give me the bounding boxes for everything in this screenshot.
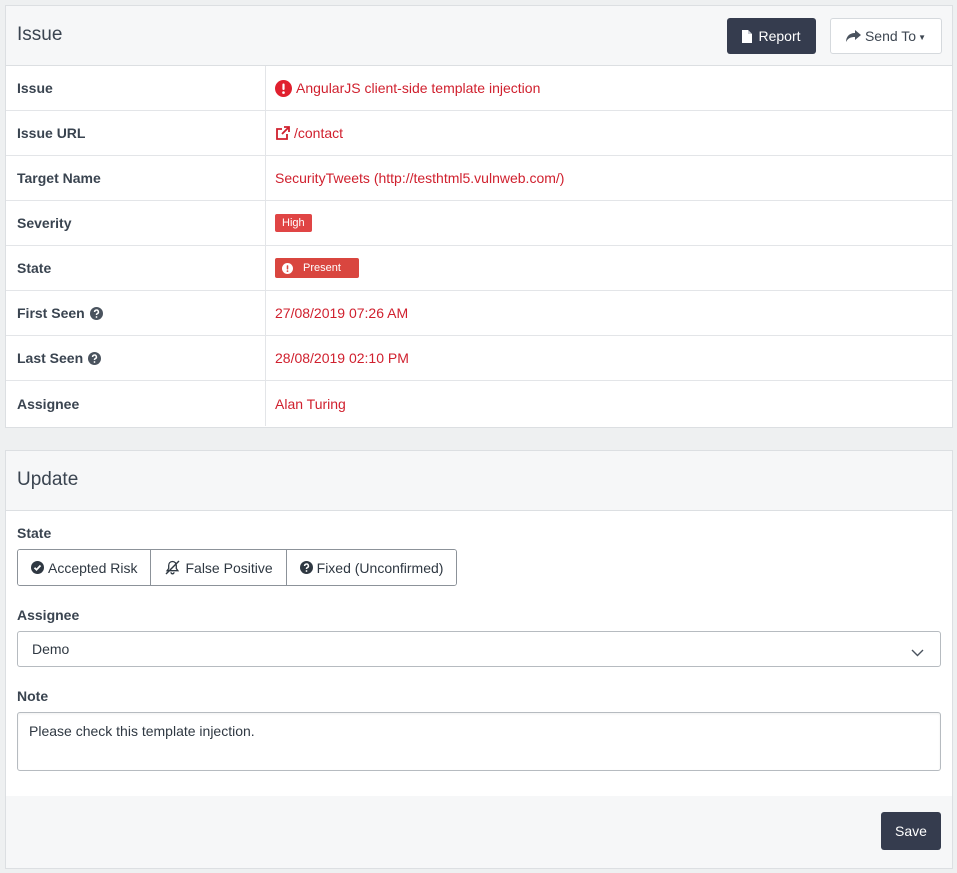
table-row: State Present (6, 246, 952, 291)
issue-url-link[interactable]: /contact (294, 125, 343, 141)
issue-details-table: Issue AngularJS client-side template inj… (6, 66, 952, 426)
false-positive-label: False Positive (185, 559, 273, 576)
row-value: Present (275, 258, 359, 278)
issue-panel: Issue Report Send To ▼ Issue AngularJS c… (5, 5, 953, 428)
last-seen-value: 28/08/2019 02:10 PM (275, 350, 409, 366)
note-field-label: Note (17, 688, 49, 704)
severity-badge: High (275, 214, 312, 232)
exclamation-circle-icon (275, 79, 292, 97)
state-badge: Present (275, 258, 359, 278)
row-label: Target Name (17, 170, 101, 186)
table-row: First Seen 27/08/2019 07:26 AM (6, 291, 952, 336)
bell-slash-icon (164, 560, 181, 575)
assignee-select[interactable]: Demo (17, 631, 941, 667)
accepted-risk-button[interactable]: Accepted Risk (18, 550, 151, 585)
assignee-value: Alan Turing (275, 395, 346, 412)
last-seen-label: Last Seen (17, 350, 84, 366)
table-row: Assignee Alan Turing (6, 381, 952, 426)
fixed-unconfirmed-label: Fixed (Unconfirmed) (316, 559, 444, 576)
row-value: AngularJS client-side template injection (275, 79, 540, 97)
send-to-button[interactable]: Send To ▼ (830, 18, 942, 54)
table-row: Target Name SecurityTweets (http://testh… (6, 156, 952, 201)
accepted-risk-label: Accepted Risk (48, 559, 138, 576)
issue-panel-header: Issue Report Send To ▼ (6, 6, 952, 66)
row-label: State (17, 260, 52, 276)
send-to-button-label: Send To (864, 28, 917, 44)
report-button-label: Report (758, 28, 801, 44)
question-circle-icon (299, 561, 313, 574)
update-panel-title: Update (17, 469, 79, 490)
false-positive-button[interactable]: False Positive (150, 550, 286, 585)
state-button-group: Accepted Risk False Positive Fixed (Unco… (17, 549, 458, 586)
first-seen-label: First Seen (17, 305, 85, 321)
report-button[interactable]: Report (727, 18, 816, 54)
caret-down-icon: ▼ (918, 32, 927, 42)
update-panel-header: Update (6, 451, 952, 511)
row-label: Severity (17, 215, 72, 231)
row-label: Issue URL (17, 125, 86, 141)
issue-name-link[interactable]: AngularJS client-side template injection (296, 80, 540, 96)
file-icon (742, 29, 753, 43)
chevron-down-icon (911, 644, 924, 660)
table-row: Issue URL /contact (6, 111, 952, 156)
note-textarea[interactable]: Please check this template injection. (17, 712, 941, 771)
external-link-icon (275, 125, 290, 141)
issue-panel-title: Issue (17, 24, 63, 45)
target-name-link[interactable]: SecurityTweets (http://testhtml5.vulnweb… (275, 170, 564, 186)
first-seen-value: 27/08/2019 07:26 AM (275, 305, 409, 321)
state-field-label: State (17, 525, 52, 541)
row-label: Assignee (17, 395, 80, 412)
assignee-field-label: Assignee (17, 607, 80, 623)
row-label: First Seen (17, 305, 103, 321)
question-circle-icon[interactable] (88, 351, 102, 365)
exclamation-circle-icon (282, 262, 293, 274)
update-panel-footer: Save (6, 796, 952, 868)
update-panel: Update State Accepted Risk False Positiv… (5, 450, 953, 869)
check-circle-icon (31, 561, 44, 574)
save-button[interactable]: Save (881, 812, 941, 850)
row-value: High (275, 214, 312, 232)
question-circle-icon[interactable] (89, 306, 103, 320)
row-label: Last Seen (17, 350, 102, 366)
state-badge-label: Present (303, 262, 341, 274)
row-label: Issue (17, 80, 53, 96)
table-row: Issue AngularJS client-side template inj… (6, 66, 952, 111)
share-icon (845, 29, 861, 43)
row-value: /contact (275, 125, 343, 141)
table-row: Last Seen 28/08/2019 02:10 PM (6, 336, 952, 381)
assignee-select-value: Demo (32, 641, 70, 657)
table-row: Severity High (6, 201, 952, 246)
fixed-unconfirmed-button[interactable]: Fixed (Unconfirmed) (285, 550, 457, 585)
